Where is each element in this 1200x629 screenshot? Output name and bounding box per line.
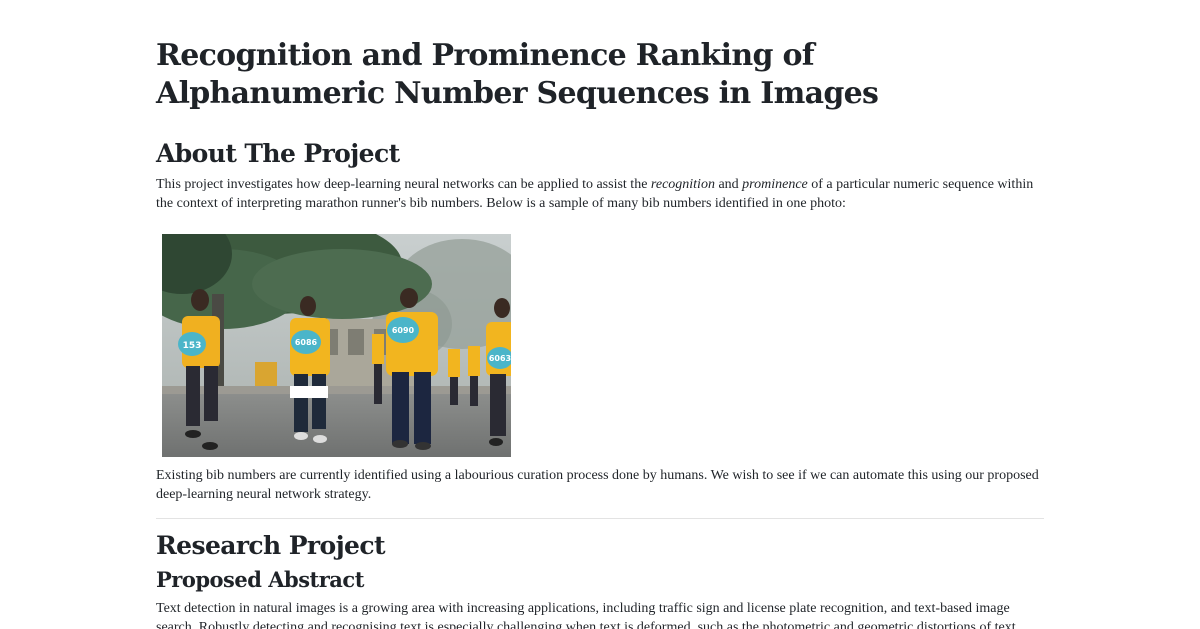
prominence-emphasis: prominence	[742, 177, 808, 192]
document: Recognition and Prominence Ranking of Al…	[156, 0, 1044, 629]
page-title: Recognition and Prominence Ranking of Al…	[156, 38, 879, 111]
about-text-1: This project investigates how deep-learn…	[156, 177, 651, 192]
bib-curation-paragraph: Existing bib numbers are currently ident…	[156, 468, 1039, 502]
bib-number: 6090	[392, 326, 415, 335]
abstract-heading: Proposed Abstract	[156, 567, 364, 592]
about-heading: About The Project	[156, 139, 400, 168]
marathon-photo: 153 6086 6090 6063	[162, 234, 511, 457]
research-heading: Research Project	[156, 531, 386, 560]
bib-number: 153	[183, 341, 202, 351]
bib-number: 6086	[295, 338, 318, 347]
recognition-emphasis: recognition	[650, 177, 715, 192]
abstract-paragraph: Text detection in natural images is a gr…	[156, 601, 1016, 629]
bib-number: 6063	[489, 354, 511, 363]
section-divider	[156, 518, 1044, 519]
about-paragraph: This project investigates how deep-learn…	[156, 175, 1044, 213]
about-text-2: and	[714, 177, 743, 192]
